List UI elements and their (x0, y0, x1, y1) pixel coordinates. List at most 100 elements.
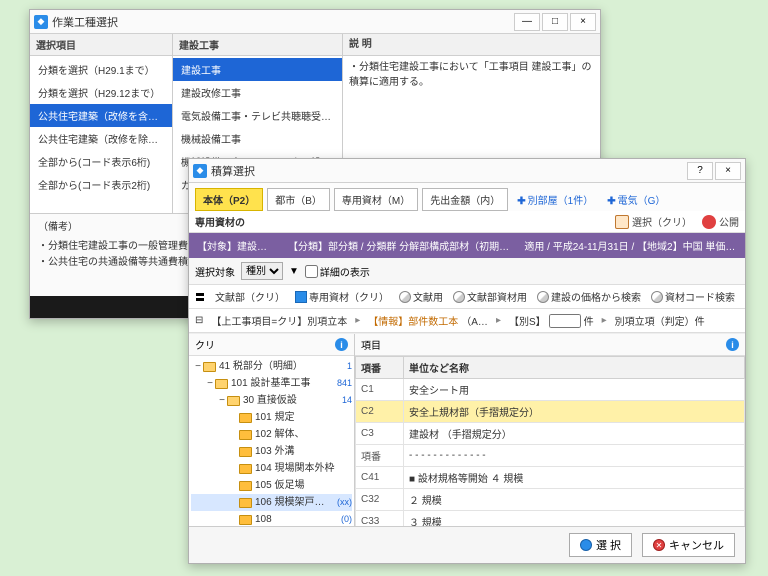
filter-label: 選択対象 (195, 264, 235, 279)
tree-node[interactable]: 104 現場関本外枠 (191, 460, 352, 477)
list-item[interactable]: 建設工事 (173, 58, 342, 81)
action-d[interactable]: 文献部資材用 (453, 289, 527, 304)
tree-node[interactable]: 103 外溝 (191, 443, 352, 460)
table-row[interactable]: C2安全上規材部（手摺規定分） (356, 401, 745, 423)
col2-header: 建設工事 (173, 34, 342, 56)
filter-select[interactable]: 種別 (241, 262, 283, 280)
list-item[interactable]: 建設改修工事 (173, 81, 342, 104)
tab-add-room[interactable]: ✚別部屋（1件） (512, 189, 598, 210)
tab-cost[interactable]: 先出金額（内） (422, 188, 508, 211)
table-row[interactable]: C3建設材 （手摺規定分） (356, 423, 745, 445)
material-select-window: ◆ 積算選択 ? × 本体（P2） 都市（B） 専用資材（M） 先出金額（内） … (188, 158, 746, 564)
search-icon (453, 291, 465, 303)
tree-head-label: クリ (195, 337, 215, 352)
tree-node[interactable]: −41 税部分（明細）1 (191, 358, 352, 375)
tab-bar: 本体（P2） 都市（B） 専用資材（M） 先出金額（内） ✚別部屋（1件） ✚電… (189, 183, 745, 211)
info-icon[interactable]: i (335, 338, 348, 351)
breadcrumb-input[interactable] (549, 314, 581, 328)
folder-icon (239, 464, 252, 474)
tree-node[interactable]: 102 解体、 (191, 426, 352, 443)
tree-node[interactable]: −30 直接仮設14 (191, 392, 352, 409)
context-2: 【分類】部分類 / 分類群 分解部構成部材（初期値） (288, 238, 510, 253)
col-name[interactable]: 単位など名称 (404, 357, 745, 379)
help-button[interactable]: ? (687, 162, 713, 180)
detail-checkbox[interactable] (305, 265, 318, 278)
folder-icon (239, 413, 252, 423)
tab-add-elec[interactable]: ✚電気（G） (602, 189, 670, 210)
context-3: 適用 / 平成24-11月31日 / 【地域2】中国 単価適用 (524, 238, 737, 253)
action-a[interactable]: 文献部（クリ） (215, 289, 285, 304)
select-button[interactable]: 選択（クリ） (615, 214, 692, 229)
context-1: 【対象】建設積算 (197, 238, 274, 253)
action-e[interactable]: 建設の価格から検索 (537, 289, 641, 304)
tab-main[interactable]: 本体（P2） (195, 188, 263, 211)
list-item[interactable]: 全部から(コード表示2桁) (30, 173, 172, 196)
tree-node[interactable]: 108(0) (191, 511, 352, 526)
table-row[interactable]: C1安全シート用 (356, 379, 745, 401)
window-title: 作業工種選択 (52, 14, 514, 30)
tree-twisty-icon[interactable]: − (205, 376, 215, 391)
publish-button[interactable]: 公開 (702, 214, 739, 229)
tree-collapse-icon[interactable]: ⊟ (195, 315, 203, 326)
action-f[interactable]: 資材コード検索 (651, 289, 735, 304)
action-c[interactable]: 文献用 (399, 289, 443, 304)
folder-icon (239, 430, 252, 440)
folder-icon (239, 498, 252, 508)
list-item[interactable]: 公共住宅建築（改修を含む） (30, 104, 172, 127)
app-icon: ◆ (193, 164, 207, 178)
tree-pane: クリ i −41 税部分（明細）1−101 設計基準工事841−30 直接仮設1… (189, 334, 355, 526)
chevron-right-icon: ▸ (496, 315, 501, 326)
table-row[interactable]: C41■ 設材規格等開始 ４ 規模 (356, 467, 745, 489)
maximize-button[interactable]: □ (542, 13, 568, 31)
tree-node[interactable]: 105 仮足場 (191, 477, 352, 494)
list-item[interactable]: 公共住宅建築（改修を除く） (30, 127, 172, 150)
info-icon[interactable]: i (726, 338, 739, 351)
action-toolbar: 〓 文献部（クリ） 専用資材（クリ） 文献用 文献部資材用 建設の価格から検索 … (189, 285, 745, 309)
action-b[interactable]: 専用資材（クリ） (295, 289, 389, 304)
folder-icon (227, 396, 240, 406)
folder-icon (203, 362, 216, 372)
tree-twisty-icon[interactable]: − (217, 393, 227, 408)
breadcrumb-part-3[interactable]: 【別S】件 (509, 313, 594, 328)
titlebar: ◆ 作業工種選択 — □ × (30, 10, 600, 34)
tab-city[interactable]: 都市（B） (267, 188, 330, 211)
tab-mat[interactable]: 専用資材（M） (334, 188, 418, 211)
search-icon (651, 291, 663, 303)
list-item[interactable]: 全部から(コード表示6桁) (30, 150, 172, 173)
tree-node[interactable]: 101 規定 (191, 409, 352, 426)
folder-icon (615, 215, 629, 229)
cancel-icon: ✕ (653, 539, 665, 551)
tree-node[interactable]: 106 規模架戸構（等値仮）(xx) (191, 494, 352, 511)
list-item[interactable]: 分類を選択（H29.1まで） (30, 58, 172, 81)
close-button[interactable]: × (570, 13, 596, 31)
chevron-right-icon: ▸ (355, 315, 360, 326)
col3-header: 説 明 (343, 34, 600, 56)
breadcrumb-part-1[interactable]: 【上工事項目=クリ】別項立本 (211, 313, 347, 328)
folder-icon (239, 447, 252, 457)
folder-icon (239, 481, 252, 491)
subbar-label: 専用資材の (195, 214, 245, 229)
table-row[interactable]: C33３ 規模 (356, 511, 745, 527)
table-row[interactable]: C32２ 規模 (356, 489, 745, 511)
grid-head-label: 項目 (361, 337, 381, 352)
circle-icon (702, 215, 716, 229)
close-button[interactable]: × (715, 162, 741, 180)
sub-toolbar: 専用資材の 選択（クリ） 公開 (189, 211, 745, 233)
breadcrumb-part-2[interactable]: 【情報】部件数工本（A… (368, 313, 488, 328)
detail-toggle[interactable]: 詳細の表示 (305, 264, 370, 279)
list-item[interactable]: 分類を選択（H29.12まで） (30, 81, 172, 104)
list-item[interactable]: 電気設備工事・テレビ共聴聴受信設備 (173, 104, 342, 127)
tree-twisty-icon[interactable]: − (193, 359, 203, 374)
table-row[interactable]: 項番- - - - - - - - - - - - - (356, 445, 745, 467)
data-table: 項番 単位など名称 C1安全シート用C2安全上規材部（手摺規定分）C3建設材 （… (355, 356, 745, 526)
col1-header: 選択項目 (30, 34, 172, 56)
tree-node[interactable]: −101 設計基準工事841 (191, 375, 352, 392)
list-item[interactable]: 機械設備工事 (173, 127, 342, 150)
grid-pane: 項目 i 項番 単位など名称 C1安全シート用C2安全上規材部（手摺規定分）C3… (355, 334, 745, 526)
minimize-button[interactable]: — (514, 13, 540, 31)
cancel-button[interactable]: ✕キャンセル (642, 533, 735, 557)
col-code[interactable]: 項番 (356, 357, 404, 379)
context-banner: 【対象】建設積算 【分類】部分類 / 分類群 分解部構成部材（初期値） 適用 /… (189, 233, 745, 258)
breadcrumb-part-4[interactable]: 別項立項（判定）件 (615, 313, 705, 328)
ok-button[interactable]: 選 択 (569, 533, 632, 557)
